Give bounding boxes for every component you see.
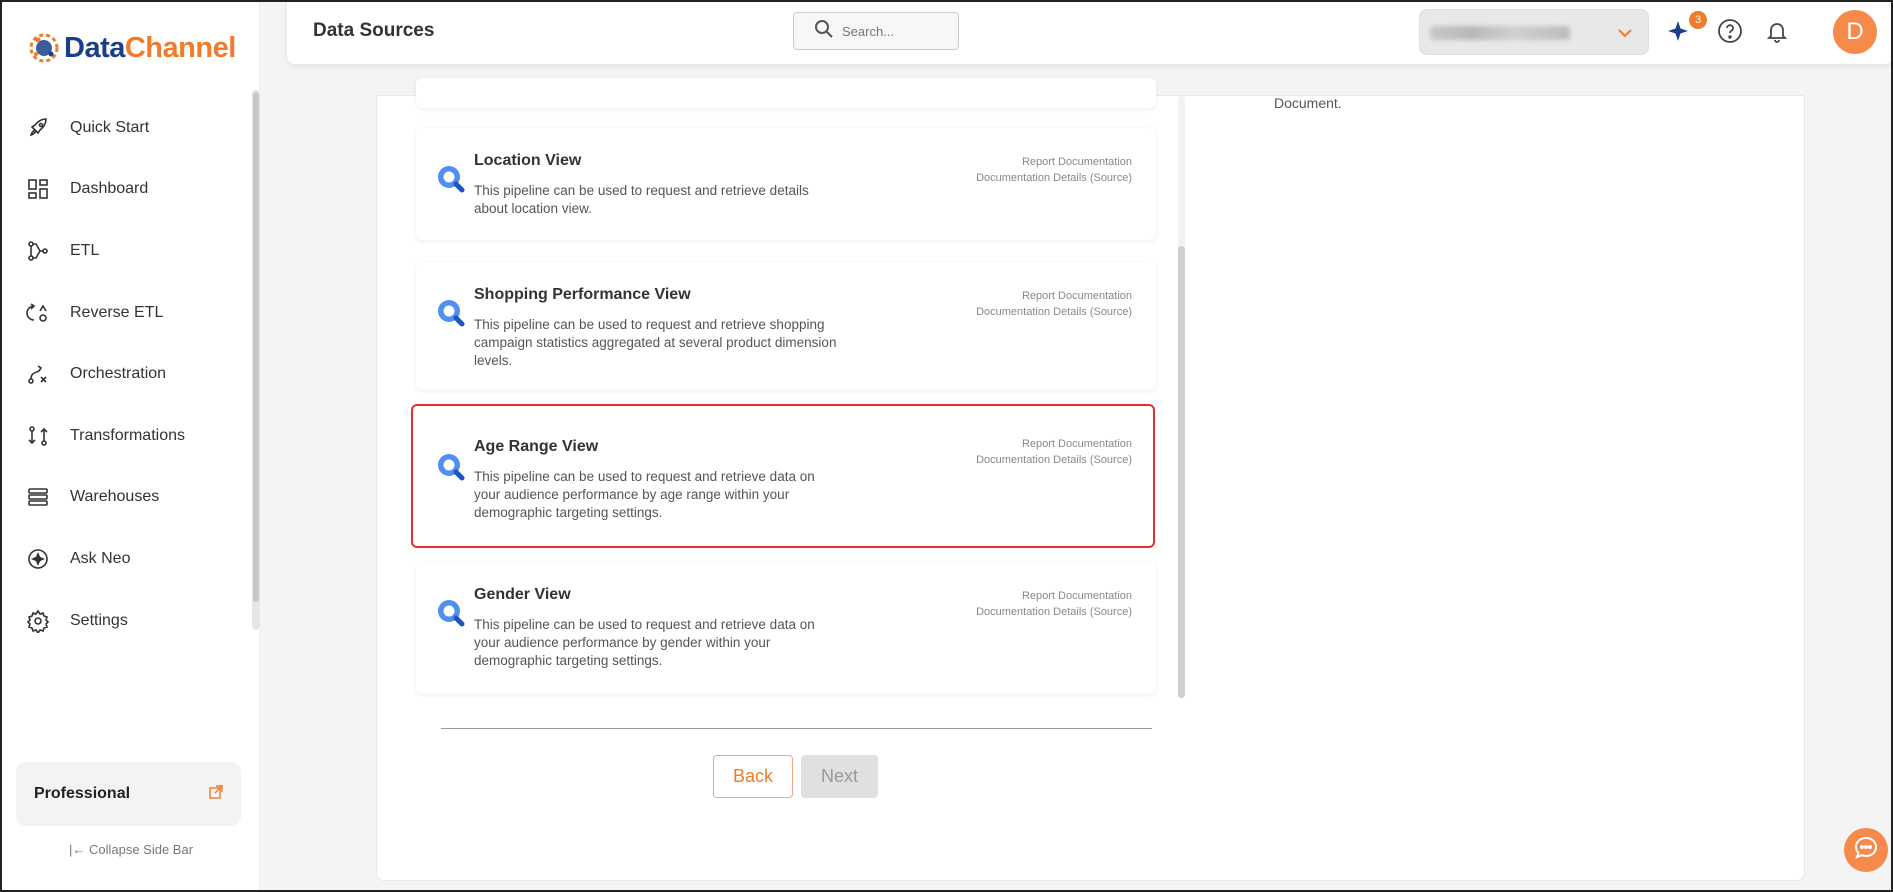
sidebar-item-label: Quick Start — [70, 118, 150, 136]
collapse-sidebar-button[interactable]: |← Collapse Side Bar — [2, 842, 260, 857]
search-icon — [814, 19, 834, 44]
sidebar-item-dashboard[interactable]: Dashboard — [2, 159, 252, 221]
report-documentation-link[interactable]: Report Documentation — [976, 288, 1132, 304]
divider — [441, 728, 1152, 729]
top-bar: Data Sources 3 D — [287, 0, 1893, 64]
sidebar-item-transformations[interactable]: Transformations — [2, 405, 252, 467]
card-links: Report Documentation Documentation Detai… — [976, 588, 1132, 620]
sidebar-item-label: Warehouses — [70, 488, 160, 506]
back-button[interactable]: Back — [713, 755, 793, 798]
card-description: This pipeline can be used to request and… — [474, 317, 837, 368]
bell-icon[interactable] — [1762, 16, 1792, 46]
sidebar-item-label: Dashboard — [70, 180, 149, 198]
chat-icon — [1852, 834, 1880, 867]
chat-button[interactable] — [1844, 828, 1888, 872]
sidebar-item-etl[interactable]: ETL — [2, 220, 252, 282]
warehouses-icon — [24, 483, 52, 511]
search-icon — [434, 596, 468, 635]
card-title: Age Range View — [474, 438, 599, 455]
ask-neo-icon — [24, 545, 52, 573]
card-links: Report Documentation Documentation Detai… — [976, 436, 1132, 468]
next-button[interactable]: Next — [801, 755, 878, 798]
external-link-icon[interactable] — [209, 784, 223, 804]
documentation-details-link[interactable]: Documentation Details (Source) — [976, 452, 1132, 468]
sidebar-item-warehouses[interactable]: Warehouses — [2, 467, 252, 529]
plan-name: Professional — [34, 785, 131, 802]
documentation-text: Document. — [1274, 95, 1342, 111]
sidebar-item-quick-start[interactable]: Quick Start — [2, 97, 252, 159]
etl-icon — [24, 237, 52, 265]
search-icon — [434, 296, 468, 335]
report-documentation-link[interactable]: Report Documentation — [976, 154, 1132, 170]
logo-icon — [26, 30, 62, 66]
search-icon — [434, 450, 468, 489]
logo-text: DataChannel — [64, 31, 236, 64]
sidebar-item-orchestration[interactable]: Orchestration — [2, 343, 252, 405]
sidebar-item-label: Reverse ETL — [70, 303, 164, 321]
orchestration-icon — [24, 360, 52, 388]
sidebar-item-label: ETL — [70, 241, 100, 259]
report-card[interactable]: Gender View This pipeline can be used to… — [416, 562, 1156, 694]
plan-card[interactable]: Professional — [16, 762, 241, 826]
sidebar-scrollbar-thumb[interactable] — [253, 92, 259, 602]
report-documentation-link[interactable]: Report Documentation — [976, 436, 1132, 452]
search-input[interactable] — [842, 23, 942, 39]
reverse-etl-icon — [24, 299, 52, 327]
sidebar-scrollbar[interactable] — [252, 90, 260, 630]
rocket-icon — [24, 114, 52, 142]
report-card-selected[interactable]: Age Range View This pipeline can be used… — [411, 404, 1155, 548]
page-title: Data Sources — [313, 20, 435, 41]
card-links: Report Documentation Documentation Detai… — [976, 154, 1132, 186]
search-icon — [434, 162, 468, 201]
sidebar: DataChannel Quick Start Dashboard ETL Re… — [2, 2, 260, 890]
list-item-partial[interactable] — [416, 78, 1156, 108]
card-description: This pipeline can be used to request and… — [474, 183, 809, 216]
search-box[interactable] — [793, 12, 959, 50]
list-scrollbar-thumb[interactable] — [1178, 246, 1185, 698]
documentation-details-link[interactable]: Documentation Details (Source) — [976, 604, 1132, 620]
documentation-details-link[interactable]: Documentation Details (Source) — [976, 170, 1132, 186]
card-title: Gender View — [474, 586, 571, 603]
sidebar-item-ask-neo[interactable]: Ask Neo — [2, 528, 252, 590]
report-card[interactable]: Shopping Performance View This pipeline … — [416, 262, 1156, 390]
sidebar-nav: Quick Start Dashboard ETL Reverse ETL Or… — [2, 97, 252, 651]
sidebar-item-label: Transformations — [70, 426, 185, 444]
collapse-icon: |← — [68, 842, 86, 857]
sidebar-item-settings[interactable]: Settings — [2, 590, 252, 652]
card-title: Shopping Performance View — [474, 286, 691, 303]
sidebar-item-label: Orchestration — [70, 365, 167, 383]
dashboard-icon — [24, 175, 52, 203]
sidebar-item-reverse-etl[interactable]: Reverse ETL — [2, 282, 252, 344]
collapse-label: Collapse Side Bar — [88, 842, 194, 857]
card-title: Location View — [474, 152, 582, 169]
report-card[interactable]: Location View This pipeline can be used … — [416, 128, 1156, 240]
workspace-selector[interactable] — [1419, 9, 1649, 55]
transformations-icon — [24, 422, 52, 450]
chevron-down-icon — [1616, 24, 1634, 47]
sidebar-item-label: Settings — [70, 611, 128, 629]
notification-count-badge: 3 — [1689, 11, 1707, 29]
sidebar-item-label: Ask Neo — [70, 549, 131, 567]
help-icon[interactable] — [1715, 16, 1745, 46]
workspace-name-redacted — [1430, 26, 1570, 40]
card-description: This pipeline can be used to request and… — [474, 617, 815, 668]
card-links: Report Documentation Documentation Detai… — [976, 288, 1132, 320]
report-documentation-link[interactable]: Report Documentation — [976, 588, 1132, 604]
gear-icon — [24, 607, 52, 635]
logo[interactable]: DataChannel — [26, 30, 236, 66]
avatar[interactable]: D — [1833, 10, 1877, 54]
card-description: This pipeline can be used to request and… — [474, 469, 815, 520]
documentation-details-link[interactable]: Documentation Details (Source) — [976, 304, 1132, 320]
